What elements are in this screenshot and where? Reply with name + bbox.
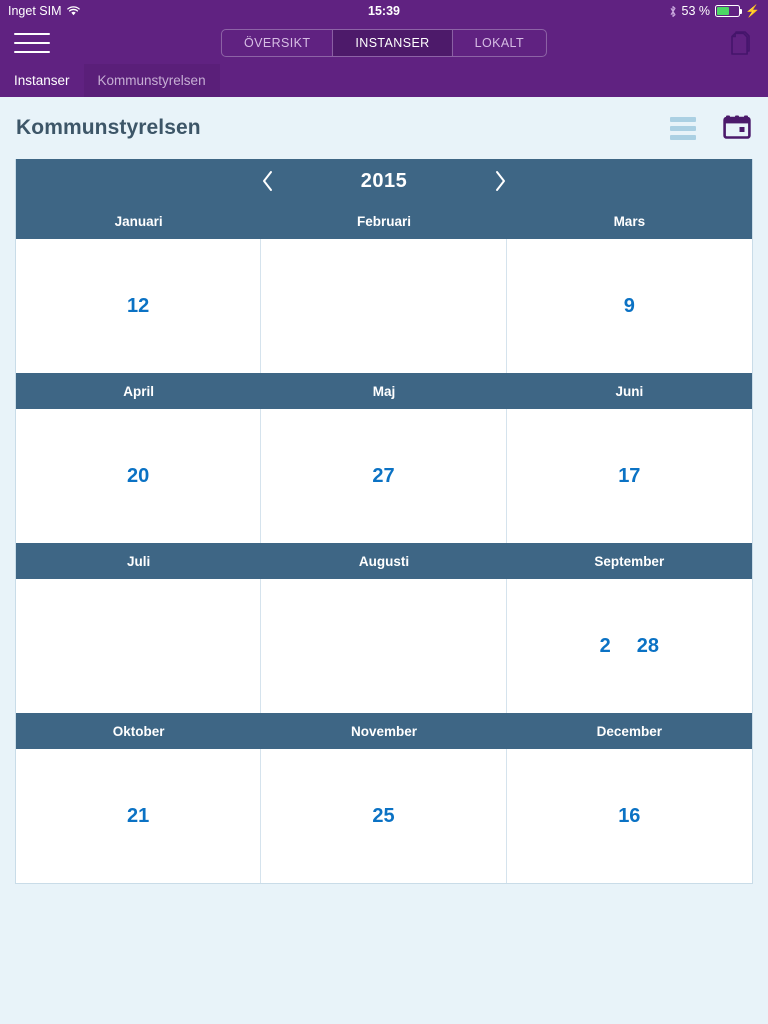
month-dates-row: 12 9	[16, 239, 752, 373]
date-item[interactable]: 17	[618, 465, 640, 488]
month-label-april: April	[123, 383, 155, 399]
navigation-bar: ÖVERSIKT INSTANSER LOKALT	[0, 22, 768, 64]
breadcrumb-item-instanser[interactable]: Instanser	[0, 64, 84, 97]
segment-oversikt[interactable]: ÖVERSIKT	[222, 30, 334, 56]
month-header-row: Oktober November December	[16, 713, 752, 749]
month-label-november: November	[350, 723, 417, 739]
month-label-maj: Maj	[372, 383, 396, 399]
month-cell-mars[interactable]: 9	[507, 239, 752, 373]
page-title: Kommunstyrelsen	[16, 116, 201, 139]
status-bar: Inget SIM 15:39 53 % ⚡	[0, 0, 768, 22]
segment-instanser[interactable]: INSTANSER	[333, 30, 453, 56]
month-dates-row: 20 27 17	[16, 409, 752, 543]
hamburger-menu-icon[interactable]	[14, 30, 50, 56]
page-header: Kommunstyrelsen	[0, 97, 768, 159]
breadcrumb-filler	[219, 64, 768, 97]
date-item[interactable]: 27	[372, 465, 394, 488]
year-calendar: 2015 Januari Februari Mars 12 9 April Ma…	[15, 159, 753, 884]
carrier-label: Inget SIM	[8, 4, 62, 18]
breadcrumb-item-kommunstyrelsen[interactable]: Kommunstyrelsen	[83, 64, 220, 97]
month-cell-augusti[interactable]	[261, 579, 507, 713]
month-cell-september[interactable]: 2 28	[507, 579, 752, 713]
month-header-row: Januari Februari Mars	[16, 203, 752, 239]
previous-year-button[interactable]	[255, 166, 281, 196]
battery-icon	[715, 5, 743, 17]
month-cell-januari[interactable]: 12	[16, 239, 262, 373]
month-label-september: September	[594, 553, 665, 569]
month-label-februari: Februari	[356, 213, 411, 229]
wifi-icon	[66, 6, 80, 16]
date-item[interactable]: 9	[624, 295, 635, 318]
bluetooth-icon	[669, 5, 677, 18]
month-cell-oktober[interactable]: 21	[16, 749, 262, 883]
list-view-icon[interactable]	[670, 116, 696, 140]
month-label-oktober: Oktober	[112, 723, 165, 739]
view-toggle-actions	[670, 111, 752, 146]
breadcrumb: Instanser Kommunstyrelsen	[0, 64, 768, 97]
battery-percent-label: 53 %	[681, 4, 711, 18]
date-item[interactable]: 2	[600, 635, 611, 658]
month-label-januari: Januari	[114, 213, 163, 229]
date-item[interactable]: 20	[127, 465, 149, 488]
date-item[interactable]: 16	[618, 805, 640, 828]
charging-bolt-icon: ⚡	[745, 4, 760, 18]
month-cell-juni[interactable]: 17	[507, 409, 752, 543]
month-label-augusti: Augusti	[358, 553, 410, 569]
month-cell-februari[interactable]	[261, 239, 507, 373]
status-bar-clock: 15:39	[368, 4, 400, 18]
month-label-mars: Mars	[613, 213, 646, 229]
view-segmented-control[interactable]: ÖVERSIKT INSTANSER LOKALT	[220, 29, 548, 57]
month-header-row: Juli Augusti September	[16, 543, 752, 579]
month-cell-maj[interactable]: 27	[261, 409, 507, 543]
documents-copy-icon[interactable]	[726, 28, 754, 58]
month-cell-juli[interactable]	[16, 579, 262, 713]
next-year-button[interactable]	[487, 166, 513, 196]
month-label-december: December	[596, 723, 662, 739]
month-dates-row: 2 28	[16, 579, 752, 713]
month-cell-november[interactable]: 25	[261, 749, 507, 883]
status-bar-left: Inget SIM	[8, 4, 80, 18]
month-label-juli: Juli	[127, 553, 151, 569]
month-header-row: April Maj Juni	[16, 373, 752, 409]
month-dates-row: 21 25 16	[16, 749, 752, 883]
date-item[interactable]: 21	[127, 805, 149, 828]
year-label: 2015	[360, 169, 408, 192]
month-cell-april[interactable]: 20	[16, 409, 262, 543]
segment-lokalt[interactable]: LOKALT	[453, 30, 546, 56]
month-label-juni: Juni	[615, 383, 644, 399]
date-item[interactable]: 12	[127, 295, 149, 318]
date-item[interactable]: 25	[372, 805, 394, 828]
calendar-container: 2015 Januari Februari Mars 12 9 April Ma…	[0, 159, 768, 884]
calendar-view-icon[interactable]	[722, 111, 752, 146]
month-cell-december[interactable]: 16	[507, 749, 752, 883]
status-bar-right: 53 % ⚡	[669, 4, 760, 18]
date-item[interactable]: 28	[637, 635, 659, 658]
year-navigation-bar: 2015	[16, 159, 752, 203]
